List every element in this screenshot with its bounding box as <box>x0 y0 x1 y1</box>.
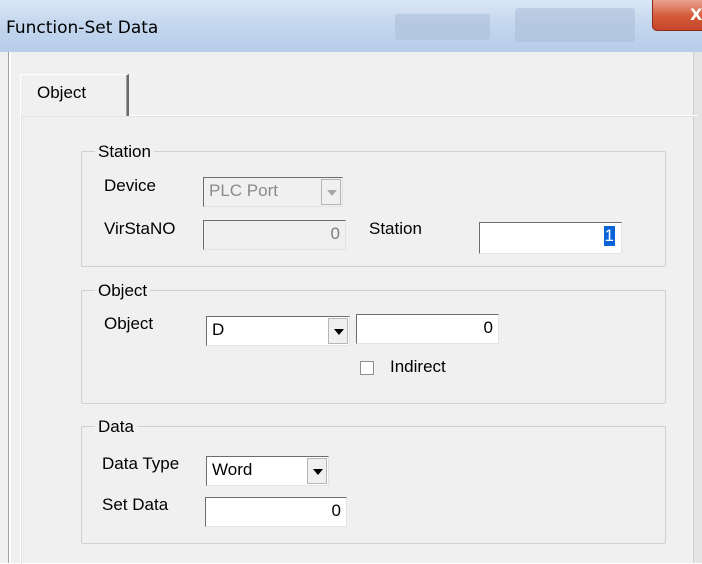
window-title: Function-Set Data <box>6 18 159 38</box>
station-group-legend: Station <box>95 142 154 162</box>
close-button[interactable]: X <box>652 0 702 31</box>
object-select[interactable]: D <box>206 316 350 346</box>
device-select[interactable]: PLC Port <box>203 177 343 207</box>
chevron-down-icon[interactable] <box>328 318 348 344</box>
chevron-down-icon[interactable] <box>307 458 327 484</box>
virstano-label: VirStaNO <box>104 219 176 238</box>
close-icon: X <box>690 5 702 24</box>
data-type-select[interactable]: Word <box>206 456 329 486</box>
title-bar: Function-Set Data X <box>0 0 702 52</box>
virstano-value: 0 <box>330 224 340 243</box>
tab-object-label: Object <box>37 83 87 102</box>
virstano-field[interactable]: 0 <box>203 220 346 250</box>
data-group <box>81 426 666 544</box>
data-type-select-value: Word <box>212 460 253 479</box>
object-group <box>81 290 666 404</box>
station-value: 1 <box>603 226 615 246</box>
background-window-blur <box>515 8 635 42</box>
indirect-label: Indirect <box>390 357 446 376</box>
object-label: Object <box>104 314 154 333</box>
set-data-value: 0 <box>331 501 341 520</box>
device-select-value: PLC Port <box>209 181 278 200</box>
device-label: Device <box>104 176 156 195</box>
object-group-legend: Object <box>95 281 151 301</box>
set-data-label: Set Data <box>102 495 169 514</box>
object-select-value: D <box>212 320 225 339</box>
indirect-checkbox[interactable] <box>360 361 374 375</box>
data-group-legend: Data <box>95 417 137 437</box>
background-window-blur <box>395 14 490 40</box>
object-address-value: 0 <box>483 318 493 337</box>
tab-object[interactable]: Object <box>20 74 129 116</box>
chevron-down-icon[interactable] <box>321 179 341 205</box>
data-type-label: Data Type <box>102 454 180 473</box>
dialog-left-edge <box>8 52 11 563</box>
set-data-field[interactable]: 0 <box>205 497 347 527</box>
object-address-field[interactable]: 0 <box>356 314 499 344</box>
station-label: Station <box>369 219 422 238</box>
station-field[interactable]: 1 <box>479 222 622 254</box>
